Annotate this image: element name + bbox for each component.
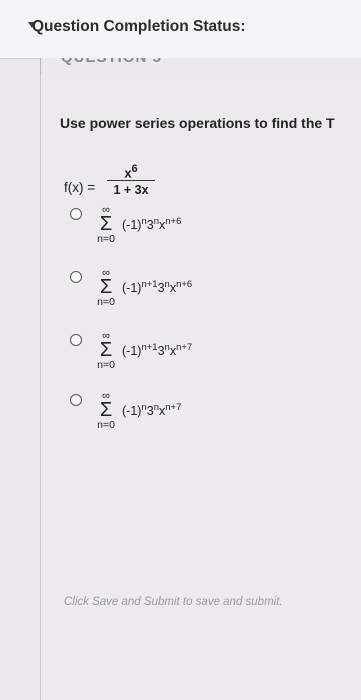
function-label: f(x) =: [64, 180, 96, 195]
fraction-denominator: 1 + 3x: [113, 183, 149, 197]
fraction-numerator: x6: [124, 163, 138, 181]
summation-lower-limit: n=0: [97, 419, 115, 431]
fraction: x6 1 + 3x: [106, 160, 156, 197]
series-term: (-1)n3nxn+7: [122, 402, 182, 419]
status-bar: Question Completion Status:: [0, 0, 361, 59]
series-term: (-1)n+13nxn+6: [122, 279, 193, 296]
radio-button[interactable]: [70, 394, 82, 406]
series-term: (-1)n+13nxn+7: [122, 342, 193, 359]
radio-button[interactable]: [70, 334, 82, 346]
sigma-icon: Σ: [99, 213, 113, 235]
summation-lower-limit: n=0: [97, 296, 115, 308]
radio-button[interactable]: [70, 271, 82, 283]
question-header-label: QUESTION 5: [61, 58, 162, 66]
sigma-icon: Σ: [99, 339, 113, 361]
save-submit-instruction: Click Save and Submit to save and submit…: [64, 596, 283, 608]
question-header: QUESTION 5: [40, 58, 361, 74]
series-term: (-1)n3nxn+6: [122, 216, 182, 233]
radio-button[interactable]: [70, 208, 82, 220]
sigma-icon: Σ: [99, 276, 113, 298]
summation-lower-limit: n=0: [97, 359, 115, 371]
answer-option-2[interactable]: ∞ Σ n=0 (-1)n+13nxn+6: [64, 268, 314, 318]
summation: ∞ Σ n=0: [94, 331, 118, 372]
summation: ∞ Σ n=0: [94, 268, 118, 309]
answer-option-4[interactable]: ∞ Σ n=0 (-1)n3nxn+7: [64, 391, 314, 441]
question-prompt: Use power series operations to find the …: [60, 115, 335, 131]
answer-option-1[interactable]: ∞ Σ n=0 (-1)n3nxn+6: [64, 205, 314, 255]
status-title[interactable]: Question Completion Status:: [32, 18, 246, 36]
answer-option-3[interactable]: ∞ Σ n=0 (-1)n+13nxn+7: [64, 331, 314, 381]
summation: ∞ Σ n=0: [94, 391, 118, 432]
summation: ∞ Σ n=0: [94, 205, 118, 246]
sigma-icon: Σ: [99, 399, 113, 421]
summation-lower-limit: n=0: [97, 233, 115, 245]
